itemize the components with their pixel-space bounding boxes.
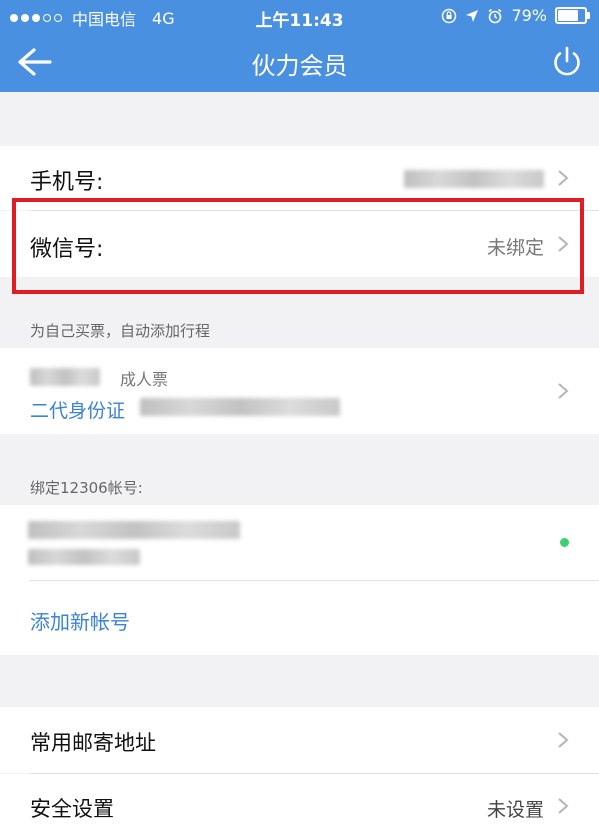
ticket-type: 成人票	[120, 370, 169, 389]
passenger-row[interactable]: 成人票 二代身份证	[0, 348, 599, 434]
bound-account-row[interactable]: 添加新帐号	[0, 505, 599, 655]
chevron-right-icon	[558, 170, 569, 186]
add-account-link[interactable]: 添加新帐号	[30, 606, 130, 635]
row-divider	[30, 580, 599, 581]
mail-address-row[interactable]: 常用邮寄地址	[0, 707, 599, 773]
status-bar: 中国电信 4G 上午11:43 79%	[0, 0, 599, 32]
security-status: 未设置	[486, 799, 544, 821]
alarm-clock-icon	[488, 8, 502, 23]
highlight-box	[12, 198, 584, 294]
location-arrow-icon	[466, 9, 479, 22]
account-detail-redacted	[28, 549, 140, 565]
binding-caption: 绑定12306帐号:	[30, 479, 143, 497]
passenger-name-redacted	[30, 368, 100, 386]
chevron-right-icon	[558, 732, 569, 748]
mail-address-label: 常用邮寄地址	[30, 731, 156, 755]
page-title: 伙力会员	[251, 52, 348, 80]
id-type: 二代身份证	[30, 400, 126, 422]
phone-label: 手机号:	[30, 170, 104, 195]
chevron-right-icon	[558, 798, 569, 814]
orientation-lock-icon	[442, 8, 457, 23]
chevron-right-icon	[558, 383, 569, 399]
phone-number-redacted	[404, 170, 544, 188]
battery-percent: 79%	[511, 6, 547, 25]
id-number-redacted	[140, 398, 340, 416]
nav-bar: 伙力会员	[0, 32, 599, 92]
account-name-redacted	[28, 521, 240, 539]
active-status-dot	[560, 538, 569, 547]
power-icon[interactable]	[549, 44, 585, 80]
battery-icon	[555, 7, 590, 24]
passenger-caption: 为自己买票，自动添加行程	[30, 322, 211, 340]
security-label: 安全设置	[30, 797, 114, 821]
security-row[interactable]: 安全设置 未设置	[0, 774, 599, 838]
